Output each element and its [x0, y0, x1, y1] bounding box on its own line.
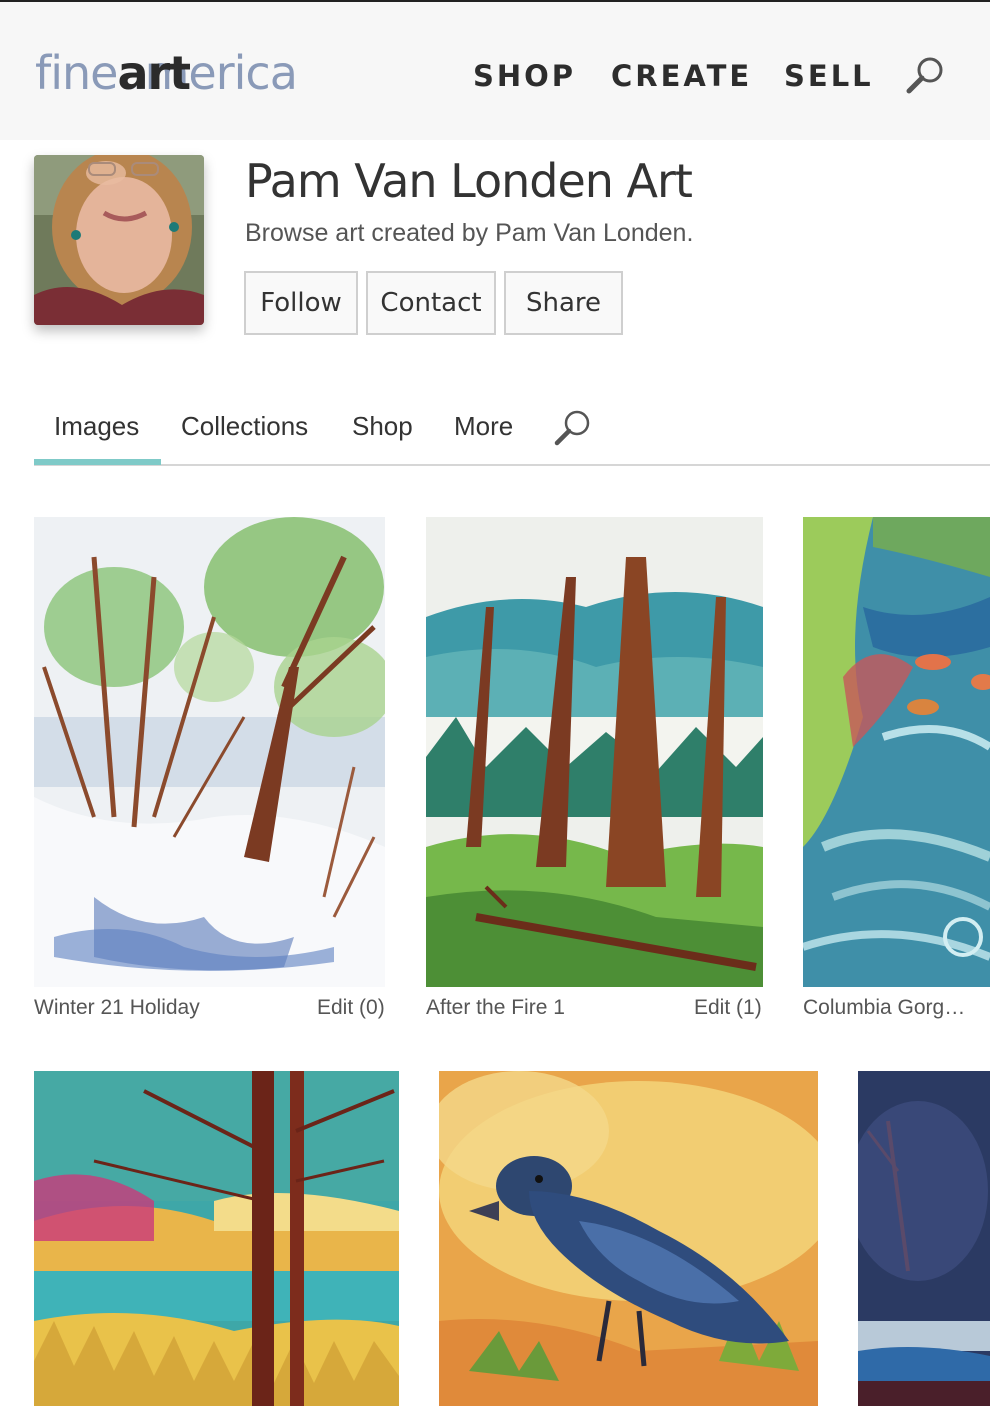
logo-part-fine: fine: [35, 46, 118, 100]
artwork-thumbnail[interactable]: [34, 1071, 399, 1406]
nav-shop[interactable]: SHOP: [473, 59, 576, 93]
follow-button[interactable]: Follow: [244, 271, 358, 335]
search-icon[interactable]: [553, 408, 593, 448]
nav-create[interactable]: CREATE: [611, 59, 752, 93]
artwork-title[interactable]: After the Fire 1: [426, 996, 565, 1020]
tab-shop[interactable]: Shop: [352, 411, 413, 442]
tab-collections[interactable]: Collections: [181, 411, 308, 442]
tabs-divider: [34, 464, 990, 466]
share-button[interactable]: Share: [504, 271, 623, 335]
artwork-title[interactable]: Winter 21 Holiday: [34, 996, 200, 1020]
artwork-title[interactable]: Columbia Gorg…: [803, 996, 965, 1020]
tab-images[interactable]: Images: [54, 411, 139, 442]
nav-sell[interactable]: SELL: [784, 59, 874, 93]
logo-part-art: art: [117, 46, 191, 100]
artwork-thumbnail[interactable]: [858, 1071, 990, 1406]
search-icon[interactable]: [905, 54, 947, 96]
artwork-thumbnail[interactable]: [439, 1071, 818, 1406]
edit-link[interactable]: Edit (1): [694, 996, 762, 1020]
contact-button[interactable]: Contact: [366, 271, 496, 335]
artwork-thumbnail[interactable]: [34, 517, 385, 987]
tab-more[interactable]: More: [454, 411, 513, 442]
edit-link[interactable]: Edit (0): [317, 996, 385, 1020]
artwork-thumbnail[interactable]: [803, 517, 990, 987]
top-bar: fine art america SHOP CREATE SELL: [0, 0, 990, 140]
active-tab-indicator: [34, 459, 161, 465]
artist-name: Pam Van Londen Art: [245, 154, 693, 208]
fineartamerica-logo[interactable]: fine art america: [35, 46, 298, 100]
artist-subtitle: Browse art created by Pam Van Londen.: [245, 219, 694, 247]
artist-avatar[interactable]: [34, 155, 204, 325]
artwork-thumbnail[interactable]: [426, 517, 763, 987]
